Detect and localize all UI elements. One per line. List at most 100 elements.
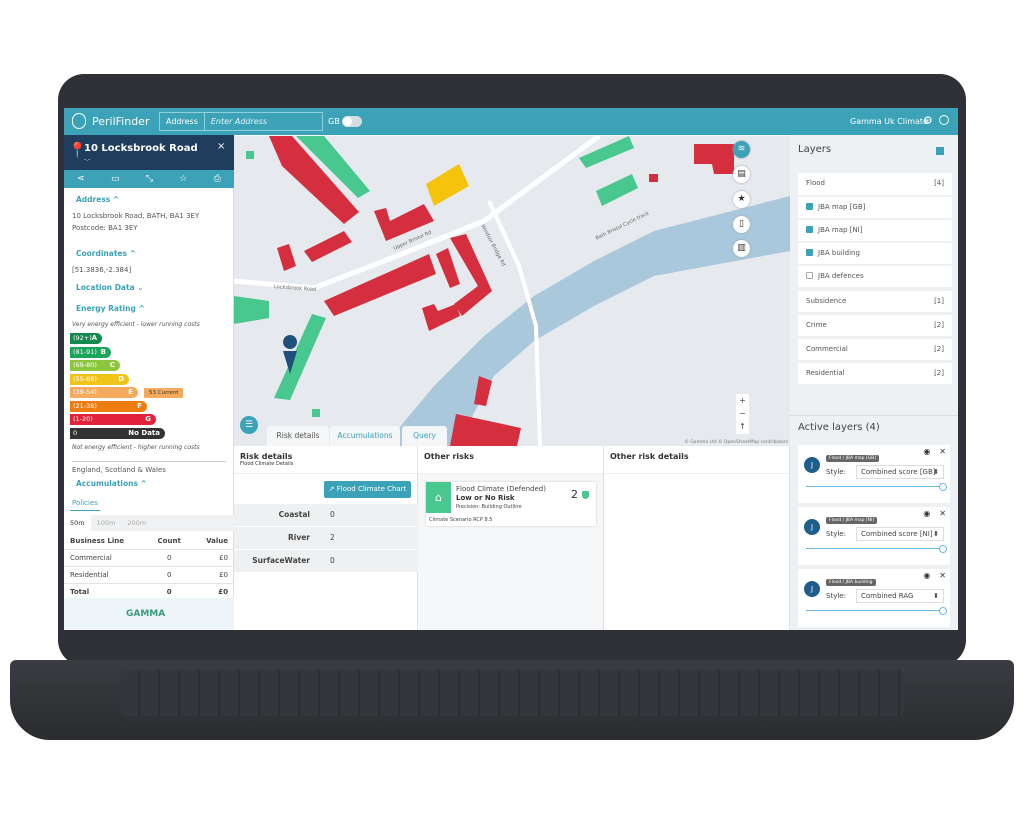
risk-details-title: Risk details bbox=[240, 452, 293, 461]
user-icon[interactable] bbox=[939, 115, 949, 125]
house-icon: ⌂ bbox=[426, 482, 451, 513]
layer-group-flood[interactable]: Flood [4] bbox=[798, 173, 952, 195]
energy-rating-heading[interactable]: Energy Rating ^ bbox=[76, 304, 145, 313]
style-select[interactable]: Combined score [NI] ⬍ bbox=[856, 527, 944, 541]
layers-title: Layers bbox=[798, 144, 832, 155]
energy-band-e: (39-54) E bbox=[70, 387, 138, 398]
close-icon[interactable]: ✕ bbox=[939, 509, 946, 518]
list-icon[interactable]: ☰ bbox=[240, 416, 258, 434]
layer-group-crime[interactable]: Crime [2] bbox=[798, 315, 952, 336]
logo[interactable]: PerilFinder bbox=[72, 113, 149, 129]
compass-button[interactable]: ↑ bbox=[736, 420, 749, 433]
layer-tag: Flood / JBA map [NI] bbox=[826, 517, 878, 524]
property-panel: 📍 10 Locksbrook Road -.- × ⋖ ▭ ⤡ ☆ ⎙ Address… bbox=[64, 135, 234, 630]
active-layers-title: Active layers (4) bbox=[798, 422, 880, 433]
energy-band-f: (21-38) F bbox=[70, 400, 147, 412]
zoom-controls: + − ↑ bbox=[736, 394, 749, 434]
building-red bbox=[436, 248, 460, 288]
building-red bbox=[649, 174, 658, 182]
columns-icon[interactable] bbox=[936, 147, 944, 155]
eye-icon[interactable]: ◉ bbox=[923, 571, 930, 580]
building-green bbox=[234, 296, 269, 324]
layers-icon[interactable]: ≋ bbox=[733, 141, 750, 158]
map-view[interactable]: Upper Bristol Rd Locksbrook Road Windsor… bbox=[234, 136, 790, 446]
checkbox-unchecked[interactable] bbox=[806, 272, 813, 279]
layer-item-jba-defences[interactable]: JBA defences bbox=[798, 266, 952, 287]
close-icon[interactable]: × bbox=[217, 141, 225, 152]
card-risk-level: Low or No Risk bbox=[456, 494, 515, 502]
download-icon[interactable]: ⎙ bbox=[214, 174, 221, 184]
app-name: PerilFinder bbox=[92, 114, 150, 128]
star-icon[interactable]: ★ bbox=[733, 191, 750, 208]
energy-band-g: (1-20) G bbox=[70, 414, 156, 425]
flood-climate-chart-button[interactable]: ↗ Flood Climate Chart bbox=[324, 481, 411, 498]
book-icon[interactable]: ▯ bbox=[733, 216, 750, 233]
style-select[interactable]: Combined RAG ⬍ bbox=[856, 589, 944, 603]
coordinates-heading[interactable]: Coordinates ^ bbox=[76, 249, 136, 258]
address-heading[interactable]: Address ^ bbox=[76, 195, 119, 204]
risk-row-surfacewater: SurfaceWater 0 bbox=[234, 550, 418, 572]
tab-accumulations[interactable]: Accumulations bbox=[330, 426, 400, 446]
accumulations-heading[interactable]: Accumulations ^ bbox=[76, 479, 147, 488]
opacity-slider[interactable] bbox=[806, 483, 947, 491]
building-green bbox=[274, 314, 326, 400]
collapse-icon[interactable]: ⤡ bbox=[146, 174, 153, 184]
layer-item-jba-building[interactable]: JBA building bbox=[798, 243, 952, 264]
close-icon[interactable]: ✕ bbox=[939, 571, 946, 580]
checkbox-checked[interactable] bbox=[806, 203, 813, 210]
laptop-keyboard bbox=[120, 670, 904, 716]
tab-risk-details[interactable]: Risk details bbox=[267, 426, 329, 446]
clipboard-icon[interactable]: ▤ bbox=[733, 166, 750, 183]
other-risks-column: Other risks ⌂ Flood Climate (Defended) L… bbox=[418, 446, 604, 630]
map-attribution: © Gamma Ltd © OpenStreetMap contributors bbox=[684, 440, 788, 445]
share-icon[interactable]: ⋖ bbox=[77, 174, 85, 184]
style-label: Style: bbox=[826, 530, 846, 538]
star-icon[interactable]: ☆ bbox=[179, 174, 187, 184]
table-row: Commercial 0 £0 bbox=[64, 549, 234, 567]
map-fold-icon[interactable]: ▥ bbox=[733, 240, 750, 257]
tab-query[interactable]: Query bbox=[402, 426, 447, 446]
building-yellow bbox=[426, 164, 469, 206]
layer-group-residential[interactable]: Residential [2] bbox=[798, 363, 952, 384]
zoom-in-button[interactable]: + bbox=[736, 394, 749, 407]
layers-panel: Layers Flood [4] JBA map [GB] JBA map [NI… bbox=[790, 135, 958, 630]
checkbox-checked[interactable] bbox=[806, 249, 813, 256]
opacity-slider[interactable] bbox=[806, 545, 947, 553]
checkbox-checked[interactable] bbox=[806, 226, 813, 233]
risk-row-coastal: Coastal 0 bbox=[234, 504, 418, 526]
map-canvas[interactable] bbox=[234, 136, 790, 446]
layer-item-jba-map-gb[interactable]: JBA map [GB] bbox=[798, 197, 952, 218]
location-data-heading[interactable]: Location Data ⌄ bbox=[76, 283, 144, 292]
current-rating-badge: 53 Current bbox=[144, 388, 184, 398]
address-search[interactable]: Address Enter Address bbox=[159, 112, 323, 131]
address-input[interactable]: Enter Address bbox=[205, 113, 273, 130]
style-select[interactable]: Combined score [GB] ⬍ bbox=[856, 465, 944, 479]
close-icon[interactable]: ✕ bbox=[939, 447, 946, 456]
image-icon[interactable]: ▭ bbox=[111, 174, 120, 184]
layer-group-subsidence[interactable]: Subsidence [1] bbox=[798, 291, 952, 312]
flood-climate-card[interactable]: ⌂ Flood Climate (Defended) Low or No Ris… bbox=[426, 482, 596, 526]
other-risk-details-title: Other risk details bbox=[604, 446, 789, 474]
energy-region: England, Scotland & Wales bbox=[72, 461, 226, 474]
layer-item-jba-map-ni[interactable]: JBA map [NI] bbox=[798, 220, 952, 241]
account-name[interactable]: Gamma Uk Climate bbox=[850, 117, 928, 126]
radius-tab-100m[interactable]: 100m bbox=[91, 515, 122, 531]
gear-icon[interactable]: ⚙ bbox=[923, 114, 933, 127]
opacity-slider[interactable] bbox=[806, 607, 947, 615]
eye-icon[interactable]: ◉ bbox=[923, 447, 930, 456]
address-label: Address bbox=[160, 113, 205, 130]
property-subtitle: -.- bbox=[84, 156, 91, 163]
card-scenario: Climate Scenario RCP 8.5 bbox=[429, 517, 493, 523]
energy-band-c: (69-80) C bbox=[70, 360, 120, 371]
region-toggle[interactable] bbox=[342, 116, 362, 127]
layer-group-commercial[interactable]: Commercial [2] bbox=[798, 339, 952, 360]
eye-icon[interactable]: ◉ bbox=[923, 509, 930, 518]
zoom-out-button[interactable]: − bbox=[736, 407, 749, 420]
radius-tab-200m[interactable]: 200m bbox=[121, 515, 152, 531]
risk-row-river: River 2 bbox=[234, 527, 418, 549]
radius-tab-50m[interactable]: 50m bbox=[64, 515, 91, 531]
property-toolbar: ⋖ ▭ ⤡ ☆ ⎙ bbox=[64, 170, 234, 188]
energy-top-label: Very energy efficient - lower running co… bbox=[72, 321, 200, 328]
property-title: 10 Locksbrook Road bbox=[84, 143, 198, 154]
policies-tab[interactable]: Policies bbox=[70, 499, 100, 511]
